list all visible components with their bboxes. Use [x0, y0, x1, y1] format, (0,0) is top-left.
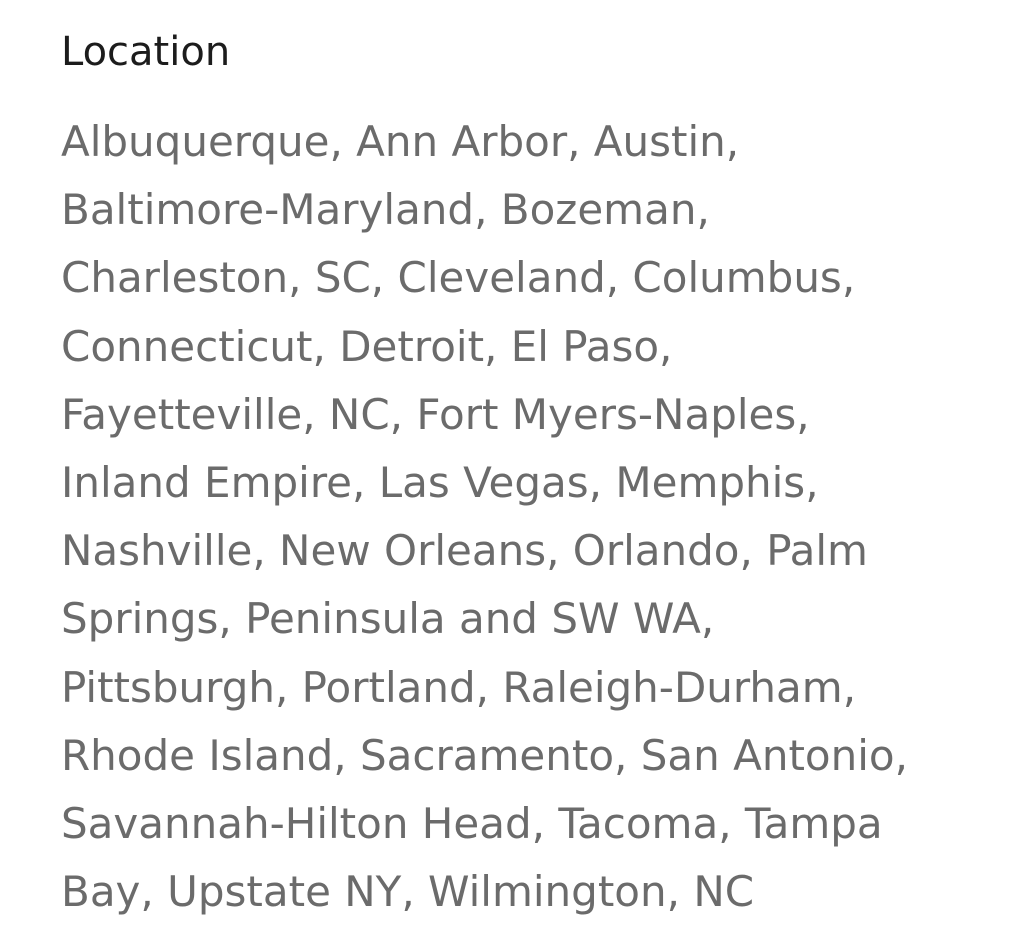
location-line: Fayetteville, NC, Fort Myers-Naples,: [61, 389, 810, 439]
location-section: Location Albuquerque, Ann Arbor, Austin,…: [61, 0, 1011, 926]
location-heading: Location: [61, 29, 231, 75]
location-line: Connecticut, Detroit, El Paso,: [61, 321, 673, 371]
location-line: Rhode Island, Sacramento, San Antonio,: [61, 730, 908, 780]
location-line: Albuquerque, Ann Arbor, Austin,: [61, 117, 740, 166]
location-line: Savannah-Hilton Head, Tacoma, Tampa: [61, 799, 883, 849]
location-line: Inland Empire, Las Vegas, Memphis,: [61, 458, 819, 508]
location-line: Bay, Upstate NY, Wilmington, NC: [61, 867, 755, 917]
location-line: Nashville, New Orleans, Orlando, Palm: [61, 526, 868, 576]
location-list: Albuquerque, Ann Arbor, Austin, Baltimor…: [61, 84, 1011, 926]
location-line: Charleston, SC, Cleveland, Columbus,: [61, 253, 856, 303]
location-line: Baltimore-Maryland, Bozeman,: [61, 185, 710, 235]
location-line: Pittsburgh, Portland, Raleigh-Durham,: [61, 662, 857, 712]
location-line: Springs, Peninsula and SW WA,: [61, 594, 715, 644]
